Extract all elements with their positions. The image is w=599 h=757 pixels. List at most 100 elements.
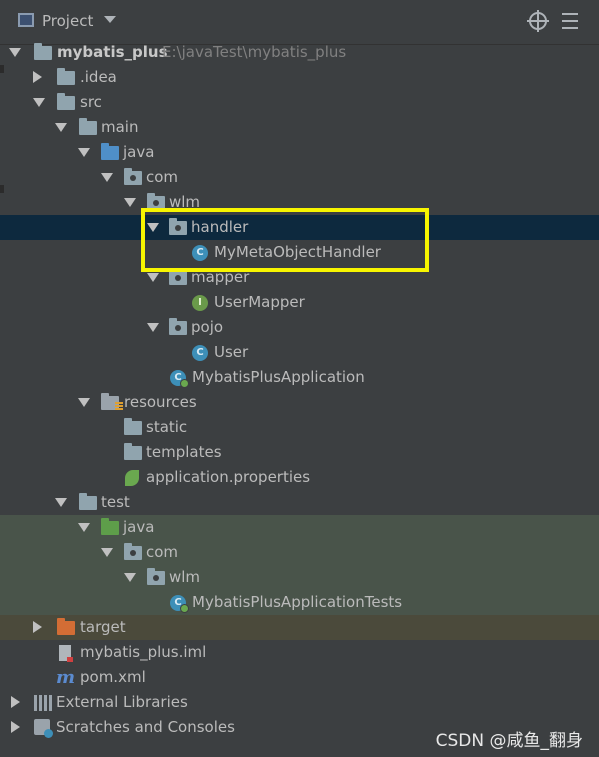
tree-row-test-wlm[interactable]: wlm (0, 565, 599, 590)
folder-icon (57, 93, 75, 110)
project-panel-header: Project (0, 0, 599, 45)
class-icon: C (192, 245, 208, 261)
module-folder-icon (34, 43, 52, 60)
tree-row-label: java (123, 143, 155, 161)
class-icon: C (192, 345, 208, 361)
tree-row-pom[interactable]: m pom.xml (0, 665, 599, 690)
tree-row-label: static (146, 418, 188, 436)
tree-row-java[interactable]: java (0, 140, 599, 165)
expand-arrow-icon[interactable] (147, 273, 159, 282)
tree-row-handler[interactable]: handler (0, 215, 599, 240)
tree-row-label: External Libraries (56, 693, 188, 711)
tree-row-label: MyMetaObjectHandler (214, 243, 381, 261)
expand-arrow-icon[interactable] (33, 621, 42, 633)
tree-row-label: templates (146, 443, 222, 461)
module-path: E:\javaTest\mybatis_plus (162, 43, 347, 61)
panel-edge-marker (0, 185, 4, 193)
tree-row-mybatisplusapplication[interactable]: C MybatisPlusApplication (0, 365, 599, 390)
interface-icon: I (192, 295, 208, 311)
expand-arrow-icon[interactable] (78, 148, 90, 157)
tree-row-label: Scratches and Consoles (56, 718, 235, 736)
expand-arrow-icon[interactable] (33, 71, 42, 83)
collapse-all-icon[interactable] (562, 11, 578, 31)
expand-arrow-icon[interactable] (124, 198, 136, 207)
tree-row-main[interactable]: main (0, 115, 599, 140)
expand-arrow-icon[interactable] (78, 398, 90, 407)
tree-row-mybatis-plus[interactable]: mybatis_plus E:\javaTest\mybatis_plus (0, 40, 599, 65)
expand-arrow-icon[interactable] (78, 523, 90, 532)
tree-row-src[interactable]: src (0, 90, 599, 115)
panel-edge-marker (0, 65, 4, 73)
tree-row-target[interactable]: target (0, 615, 599, 640)
tree-row-application-properties[interactable]: application.properties (0, 465, 599, 490)
folder-icon (124, 418, 142, 435)
folder-icon (79, 118, 97, 135)
expand-arrow-icon[interactable] (101, 548, 113, 557)
test-source-folder-icon (101, 518, 119, 535)
tree-row-test-com[interactable]: com (0, 540, 599, 565)
expand-arrow-icon[interactable] (55, 123, 67, 132)
tree-row-label: resources (124, 393, 197, 411)
expand-arrow-icon[interactable] (9, 48, 21, 57)
tree-row-external-libraries[interactable]: External Libraries (0, 690, 599, 715)
spring-properties-icon (125, 470, 139, 486)
spring-boot-class-icon: C (170, 595, 189, 613)
iml-file-icon (59, 645, 73, 662)
tree-row-mymetaobjecthandler[interactable]: C MyMetaObjectHandler (0, 240, 599, 265)
folder-icon (124, 443, 142, 460)
tree-row-label: .idea (80, 68, 117, 86)
tree-row-label: src (80, 93, 102, 111)
expand-arrow-icon[interactable] (124, 573, 136, 582)
folder-icon (57, 68, 75, 85)
tree-row-label: MybatisPlusApplicationTests (192, 593, 403, 611)
expand-arrow-icon[interactable] (147, 323, 159, 332)
tree-row-com[interactable]: com (0, 165, 599, 190)
tree-row-idea[interactable]: .idea (0, 65, 599, 90)
tree-row-resources[interactable]: resources (0, 390, 599, 415)
expand-arrow-icon[interactable] (101, 173, 113, 182)
package-icon (147, 568, 165, 585)
tree-row-iml[interactable]: mybatis_plus.iml (0, 640, 599, 665)
project-view-title[interactable]: Project (42, 12, 93, 30)
tree-row-label: com (146, 168, 179, 186)
tree-row-pojo[interactable]: pojo (0, 315, 599, 340)
tree-row-label: main (101, 118, 139, 136)
tree-row-label: wlm (169, 193, 201, 211)
tree-row-label: application.properties (146, 468, 311, 486)
tree-row-test-java[interactable]: java (0, 515, 599, 540)
tree-row-templates[interactable]: templates (0, 440, 599, 465)
tree-row-mybatisplusapplicationtests[interactable]: C MybatisPlusApplicationTests (0, 590, 599, 615)
package-icon (169, 218, 187, 235)
expand-arrow-icon[interactable] (33, 98, 45, 107)
locate-target-icon[interactable] (527, 10, 549, 32)
tree-row-label: UserMapper (214, 293, 305, 311)
tree-row-mapper[interactable]: mapper (0, 265, 599, 290)
chevron-down-icon[interactable] (104, 16, 116, 23)
spring-boot-class-icon: C (170, 370, 189, 388)
tree-row-label: wlm (169, 568, 201, 586)
expand-arrow-icon[interactable] (11, 696, 20, 708)
tree-row-label: User (214, 343, 249, 361)
tree-row-label: MybatisPlusApplication (192, 368, 365, 386)
folder-icon (79, 493, 97, 510)
tree-row-static[interactable]: static (0, 415, 599, 440)
libraries-icon (34, 695, 52, 711)
watermark: CSDN @咸鱼_翻身 (435, 731, 583, 751)
package-icon (169, 318, 187, 335)
tree-row-label: pom.xml (80, 668, 146, 686)
expand-arrow-icon[interactable] (11, 721, 20, 733)
tree-row-label: target (80, 618, 126, 636)
tree-row-test[interactable]: test (0, 490, 599, 515)
tree-row-label: test (101, 493, 130, 511)
tree-row-usermapper[interactable]: I UserMapper (0, 290, 599, 315)
tree-row-label: mapper (191, 268, 250, 286)
package-icon (147, 193, 165, 210)
resources-folder-icon (101, 393, 123, 410)
expand-arrow-icon[interactable] (147, 223, 159, 232)
tree-row-wlm[interactable]: wlm (0, 190, 599, 215)
expand-arrow-icon[interactable] (55, 498, 67, 507)
tree-row-user[interactable]: C User (0, 340, 599, 365)
package-icon (124, 543, 142, 560)
source-folder-icon (101, 143, 119, 160)
excluded-folder-icon (57, 618, 75, 635)
